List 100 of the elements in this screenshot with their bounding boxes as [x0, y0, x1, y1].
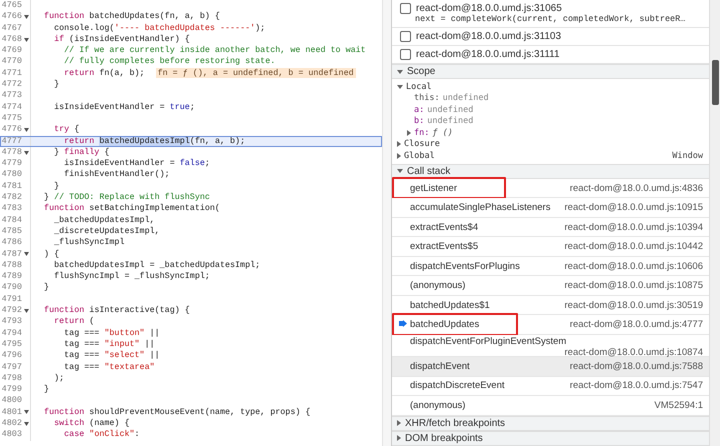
fold-triangle-icon[interactable] — [24, 14, 28, 19]
frame-location[interactable]: react-dom@18.0.0.umd.js:7588 — [570, 360, 703, 372]
line-number: 4795 — [0, 338, 22, 350]
call-stack-frame[interactable]: dispatchEvent react-dom@18.0.0.umd.js:7588 — [392, 357, 709, 377]
fold-triangle-icon[interactable] — [24, 38, 28, 42]
code-line: if (isInsideEventHandler) { — [53, 34, 190, 46]
expand-triangle-icon[interactable] — [407, 130, 411, 136]
breakpoint-checkbox[interactable] — [400, 49, 411, 60]
breakpoint-label[interactable]: react-dom@18.0.0.umd.js:31111 — [416, 49, 560, 60]
frame-location[interactable]: react-dom@18.0.0.umd.js:10606 — [564, 260, 703, 272]
variable-value: undefined — [442, 93, 489, 104]
fold-triangle-icon[interactable] — [24, 252, 28, 256]
scope-group-label[interactable]: Local — [406, 82, 432, 92]
frame-location[interactable]: react-dom@18.0.0.umd.js:7547 — [570, 380, 703, 392]
line-number: 4781 — [0, 180, 22, 192]
breakpoint-code-snippet: next = completeWork(current, completedWork, subtreeR… — [414, 14, 686, 24]
line-number: 4797 — [0, 362, 22, 373]
line-number: 4778 — [0, 146, 22, 158]
frame-location[interactable]: react-dom@18.0.0.umd.js:10875 — [564, 280, 703, 292]
fold-triangle-icon[interactable] — [24, 150, 28, 154]
fold-triangle-icon[interactable] — [24, 422, 28, 426]
line-number: 4796 — [0, 350, 22, 362]
scrollbar[interactable] — [709, 0, 720, 446]
expand-triangle-icon[interactable] — [397, 420, 401, 426]
call-stack-frame[interactable]: accumulateSinglePhaseListeners react-dom@18.0.0.umd.js:10915 — [392, 198, 709, 218]
expand-triangle-icon[interactable] — [397, 70, 403, 74]
line-number: 4768 — [0, 34, 22, 46]
section-header[interactable]: DOM breakpoints — [392, 430, 709, 446]
frame-location[interactable]: react-dom@18.0.0.umd.js:10874 — [564, 346, 703, 358]
code-line: tag === "textarea" — [63, 362, 155, 373]
frame-location[interactable]: react-dom@18.0.0.umd.js:4836 — [570, 182, 703, 194]
frame-name: extractEvents$4 — [410, 222, 478, 233]
breakpoint-checkbox[interactable] — [400, 3, 411, 14]
code-line: // fully completes before restoring state. — [63, 56, 276, 68]
code-line: _flushSyncImpl — [53, 237, 124, 249]
code-line: } — [43, 282, 50, 294]
frame-location[interactable]: react-dom@18.0.0.umd.js:4777 — [570, 319, 703, 330]
scrollbar[interactable] — [382, 0, 391, 446]
line-number: 4766 — [0, 11, 22, 23]
code-line: try { — [53, 124, 80, 136]
code-line: tag === "select" || — [63, 350, 160, 362]
code-line: function setBatchingImplementation( — [43, 203, 220, 215]
line-number: 4785 — [0, 226, 22, 238]
code-line: ) { — [43, 248, 60, 260]
frame-name: dispatchEventsForPlugins — [410, 260, 520, 272]
line-number: 4776 — [0, 124, 22, 136]
line-number: 4783 — [0, 203, 22, 215]
section-header[interactable]: XHR/fetch breakpoints — [392, 416, 709, 431]
section-title: Scope — [407, 66, 436, 78]
scope-group-label[interactable]: Closure — [404, 139, 440, 150]
variable-name: b: — [414, 116, 424, 126]
frame-location[interactable]: VM52594:1 — [654, 400, 703, 411]
code-line: tag === "input" || — [63, 338, 155, 350]
variable-name: a: — [414, 104, 424, 115]
scope-group-label[interactable]: Global — [404, 150, 435, 161]
expand-triangle-icon[interactable] — [397, 435, 401, 442]
line-number: 4777 — [0, 136, 22, 147]
line-number: 4800 — [0, 395, 22, 407]
fold-triangle-icon[interactable] — [24, 410, 28, 414]
line-number: 4772 — [0, 79, 22, 90]
code-line: batchedUpdatesImpl = _batchedUpdatesImpl; — [53, 260, 260, 272]
line-number: 4771 — [0, 68, 22, 80]
code-line: // If we are currently inside another batch, we need to wait — [63, 45, 366, 56]
line-number: 4773 — [0, 90, 22, 102]
line-number: 4803 — [0, 429, 22, 441]
section-header[interactable]: Call stack — [392, 164, 709, 179]
expand-triangle-icon[interactable] — [397, 84, 403, 89]
expand-triangle-icon[interactable] — [397, 169, 403, 174]
breakpoint-label[interactable]: react-dom@18.0.0.umd.js:31103 — [416, 31, 562, 42]
breakpoint-label[interactable]: react-dom@18.0.0.umd.js:31065 — [416, 3, 562, 14]
code-line: case "onClick": — [63, 429, 140, 441]
frame-location[interactable]: react-dom@18.0.0.umd.js:10394 — [564, 222, 703, 233]
frame-location[interactable]: react-dom@18.0.0.umd.js:30519 — [564, 300, 703, 311]
call-stack-frame[interactable]: batchedUpdates react-dom@18.0.0.umd.js:4777 — [392, 315, 709, 335]
variable-value: undefined — [427, 116, 474, 126]
code-line: return ( — [53, 316, 94, 328]
call-stack-frame[interactable]: dispatchEventForPluginEventSystem react-dom@18.0.0.umd.js:10874 — [392, 334, 709, 358]
line-number: 4787 — [0, 248, 22, 260]
call-stack-frame[interactable]: getListener react-dom@18.0.0.umd.js:4836 — [392, 178, 709, 198]
fold-triangle-icon[interactable] — [24, 128, 28, 132]
line-number: 4799 — [0, 384, 22, 396]
code-line: tag === "button" || — [63, 328, 160, 339]
section-header[interactable]: Scope — [392, 64, 709, 80]
frame-location[interactable]: react-dom@18.0.0.umd.js:10442 — [564, 241, 703, 252]
breakpoint-checkbox[interactable] — [400, 31, 411, 42]
fold-triangle-icon[interactable] — [24, 308, 28, 313]
frame-name: dispatchDiscreteEvent — [410, 380, 505, 392]
expand-triangle-icon[interactable] — [397, 141, 401, 148]
expand-triangle-icon[interactable] — [397, 152, 401, 159]
code-line: ); — [53, 372, 64, 384]
frame-location[interactable]: react-dom@18.0.0.umd.js:10915 — [564, 202, 703, 214]
line-number: 4767 — [0, 22, 22, 34]
code-line: function isInteractive(tag) { — [43, 305, 190, 316]
code-line: return batchedUpdatesImpl(fn, a, b); — [63, 136, 246, 147]
section-title: XHR/fetch breakpoints — [405, 418, 506, 429]
code-line: } // TODO: Replace with flushSync — [43, 192, 210, 204]
frame-name: dispatchEvent — [410, 360, 470, 372]
scrollbar-thumb[interactable] — [712, 60, 718, 105]
code-line: isInsideEventHandler = true; — [53, 102, 195, 113]
line-number: 4765 — [0, 0, 22, 12]
